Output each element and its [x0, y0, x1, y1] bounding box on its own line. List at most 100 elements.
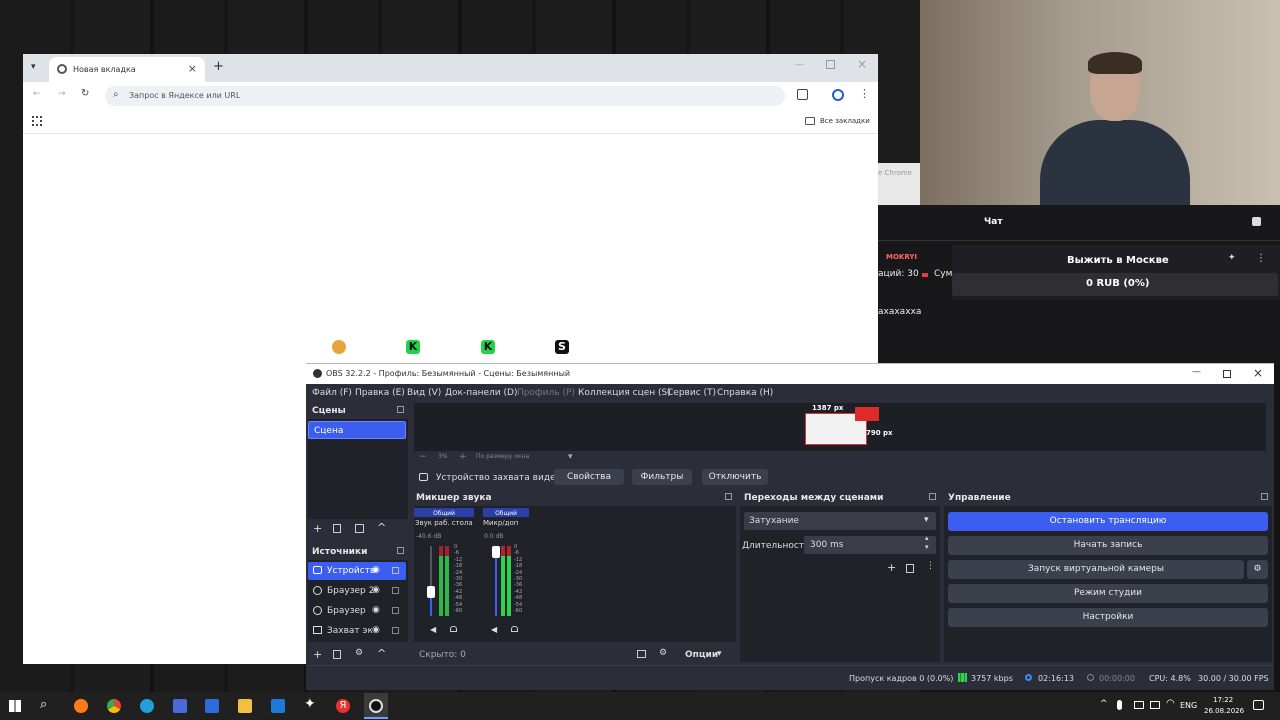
all-bookmarks-link[interactable]: Все закладки: [820, 117, 870, 125]
shortcut-tile-cookie[interactable]: [332, 340, 346, 354]
duration-input[interactable]: 300 ms ▴ ▾: [804, 534, 936, 554]
options-dropdown[interactable]: Опции: [685, 650, 718, 660]
studio-mode-button[interactable]: Режим студии: [948, 584, 1268, 603]
channel-name[interactable]: Звук раб. стола: [415, 519, 473, 527]
menu-tools[interactable]: Сервис (T): [667, 388, 716, 398]
visibility-eye-icon[interactable]: ◉: [372, 605, 380, 615]
filter-scene-icon[interactable]: [355, 524, 364, 533]
wifi-icon[interactable]: ◠: [1166, 698, 1175, 709]
address-bar[interactable]: ⌕ Запрос в Яндексе или URL: [105, 86, 785, 106]
chat-users-icon[interactable]: [1252, 217, 1261, 226]
stop-streaming-button[interactable]: Остановить трансляцию: [948, 512, 1268, 531]
save-app-icon[interactable]: [173, 699, 187, 713]
apps-grid-icon[interactable]: [32, 116, 42, 126]
chrome-icon[interactable]: [107, 699, 121, 713]
menu-view[interactable]: Вид (V): [407, 388, 441, 398]
visibility-eye-icon[interactable]: ◉: [372, 625, 380, 635]
firefox-icon[interactable]: [74, 699, 88, 713]
spin-down-icon[interactable]: ▾: [925, 543, 929, 551]
shortcut-tile-s[interactable]: S: [555, 340, 569, 354]
tab-new-tab[interactable]: Новая вкладка ×: [49, 57, 205, 82]
tray-monitor-icon[interactable]: [1134, 701, 1144, 709]
menu-kebab-icon[interactable]: ⋮: [859, 87, 870, 100]
maximize-icon[interactable]: [826, 60, 835, 69]
transition-menu-icon[interactable]: ⋮: [926, 561, 935, 571]
source-row[interactable]: Захват эк ◉: [308, 622, 406, 640]
add-source-icon[interactable]: +: [313, 648, 322, 661]
menu-help[interactable]: Справка (H): [717, 388, 773, 398]
pin-icon[interactable]: ✦: [1228, 253, 1236, 263]
mail-icon[interactable]: [271, 699, 285, 713]
notifications-icon[interactable]: [1253, 700, 1264, 710]
shortcut-tile-k1[interactable]: K: [406, 340, 420, 354]
profile-icon[interactable]: [832, 89, 844, 101]
headphones-icon[interactable]: [511, 626, 518, 632]
source-settings-gear-icon[interactable]: ⚙: [355, 648, 363, 658]
obs-close-icon[interactable]: ×: [1253, 366, 1263, 380]
lock-icon[interactable]: [392, 627, 399, 634]
mixer-advanced-icon[interactable]: ⚙: [659, 648, 667, 658]
scenes-dock-menu-icon[interactable]: [397, 406, 404, 413]
spin-up-icon[interactable]: ▴: [925, 534, 929, 542]
source-row[interactable]: Браузер 2 ◉: [308, 582, 406, 600]
zoom-dropdown-chevron-icon[interactable]: ▾: [568, 452, 573, 462]
language-indicator[interactable]: ENG: [1180, 701, 1197, 710]
mixer-layout-icon[interactable]: [637, 650, 646, 658]
new-tab-button[interactable]: +: [213, 59, 224, 74]
preview-canvas[interactable]: 1387 px 790 px: [414, 403, 1266, 451]
filters-button[interactable]: Фильтры: [632, 469, 692, 485]
lock-icon[interactable]: [392, 587, 399, 594]
menu-profile[interactable]: Профиль (P): [517, 388, 575, 398]
minimize-icon[interactable]: —: [795, 60, 804, 70]
tray-chevron-icon[interactable]: ^: [1100, 699, 1108, 709]
mixer-dock-menu-icon[interactable]: [725, 493, 732, 500]
remove-scene-icon[interactable]: [333, 524, 341, 533]
sources-dock-menu-icon[interactable]: [397, 547, 404, 554]
reload-icon[interactable]: ↻: [81, 88, 89, 99]
microphone-icon[interactable]: [1117, 700, 1122, 710]
forward-icon[interactable]: →: [58, 89, 66, 99]
zoom-out-icon[interactable]: −: [419, 452, 427, 462]
menu-scene-collection[interactable]: Коллекция сцен (S): [578, 388, 671, 398]
scene-item-selected[interactable]: Сцена: [308, 421, 406, 439]
clock-date[interactable]: 26.08.2026: [1204, 707, 1244, 715]
store-icon[interactable]: [205, 699, 219, 713]
options-chevron-icon[interactable]: ▾: [717, 649, 722, 659]
add-transition-icon[interactable]: +: [887, 561, 896, 574]
menu-edit[interactable]: Правка (E): [355, 388, 405, 398]
visibility-eye-icon[interactable]: ◉: [372, 585, 380, 595]
clock-time[interactable]: 17:22: [1213, 696, 1233, 704]
virtual-camera-settings-button[interactable]: ⚙: [1247, 560, 1268, 579]
obs-taskbar-icon[interactable]: [364, 693, 388, 719]
network-icon[interactable]: [1150, 701, 1160, 709]
yandex-browser-icon[interactable]: Я: [336, 699, 350, 713]
volume-slider-handle[interactable]: [492, 546, 500, 558]
start-recording-button[interactable]: Начать запись: [948, 536, 1268, 555]
source-up-icon[interactable]: ^: [377, 647, 386, 660]
back-icon[interactable]: ←: [33, 89, 41, 99]
menu-file[interactable]: Файл (F): [312, 388, 352, 398]
headphones-icon[interactable]: [450, 626, 457, 632]
extensions-icon[interactable]: [797, 89, 808, 100]
file-explorer-icon[interactable]: [238, 699, 252, 713]
obs-minimize-icon[interactable]: —: [1192, 367, 1201, 377]
disable-button[interactable]: Отключить: [702, 469, 768, 485]
controls-dock-menu-icon[interactable]: [1261, 493, 1268, 500]
scene-up-icon[interactable]: ^: [377, 521, 386, 534]
source-row-selected[interactable]: Устройств ◉: [308, 562, 406, 580]
transition-type-select[interactable]: Затухание ▾: [744, 512, 936, 530]
visibility-eye-icon[interactable]: ◉: [372, 565, 380, 575]
speaker-icon[interactable]: ◀: [430, 625, 436, 634]
channel-name[interactable]: Микр/доп: [483, 519, 518, 527]
transitions-dock-menu-icon[interactable]: [929, 493, 936, 500]
properties-button[interactable]: Свойства: [554, 469, 624, 485]
menu-docks[interactable]: Док-панели (D): [445, 388, 517, 398]
close-tab-icon[interactable]: ×: [188, 62, 197, 75]
lock-icon[interactable]: [392, 567, 399, 574]
lock-icon[interactable]: [392, 607, 399, 614]
search-icon[interactable]: ⌕: [40, 697, 47, 712]
goal-menu-icon[interactable]: ⋮: [1256, 253, 1266, 264]
volume-slider-handle[interactable]: [427, 586, 435, 598]
remove-source-icon[interactable]: [333, 650, 341, 659]
zoom-mode-label[interactable]: По размеру окна: [476, 453, 529, 460]
